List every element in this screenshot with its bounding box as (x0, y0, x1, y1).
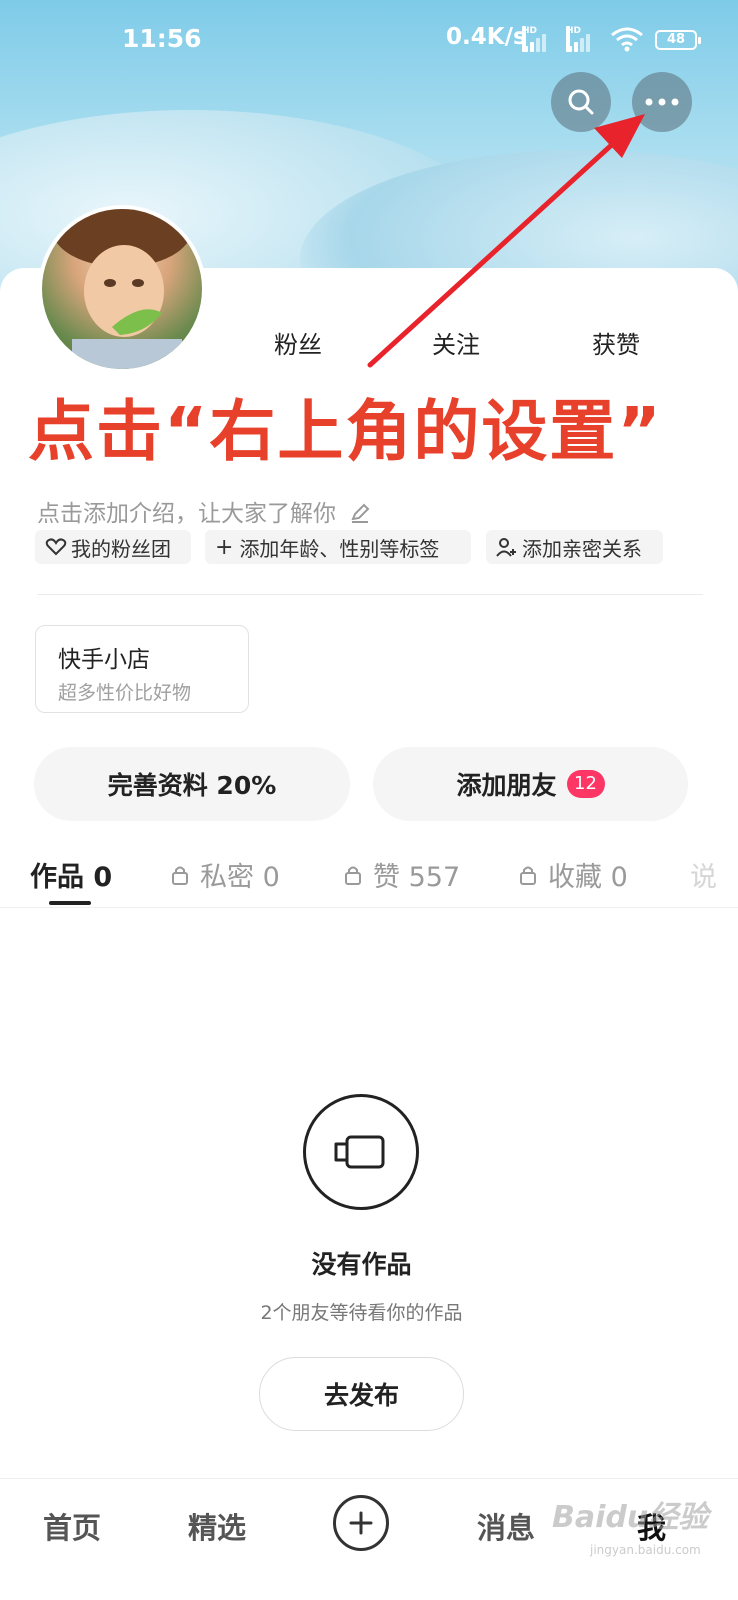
tab-favorites-label: 收藏 0 (548, 862, 628, 893)
annotation-text: 点击“右上角的设置” (28, 393, 663, 470)
tab-talk-label: 说 (690, 862, 717, 893)
plus-icon (349, 1511, 373, 1535)
lock-icon (520, 866, 536, 885)
complete-profile-button[interactable]: 完善资料 20% (34, 747, 350, 821)
publish-button-label: 去发布 (323, 1381, 399, 1410)
tab-talk[interactable]: 说 (690, 855, 717, 894)
status-net-speed: 0.4K/s (446, 24, 527, 50)
plus-icon: + (215, 534, 234, 560)
chip-add-relationship-label: 添加亲密关系 (522, 536, 642, 561)
lock-icon (172, 866, 188, 885)
search-icon (568, 89, 594, 115)
empty-state-title: 没有作品 (311, 1250, 412, 1279)
add-friends-button[interactable]: 添加朋友 12 (373, 747, 688, 821)
tab-works[interactable]: 作品 0 (30, 855, 112, 894)
bottom-nav-divider (0, 1478, 738, 1479)
person-add-icon (496, 538, 516, 557)
tab-private-label: 私密 0 (200, 862, 280, 893)
nav-featured[interactable]: 精选 (188, 1505, 246, 1547)
nav-messages[interactable]: 消息 (477, 1505, 535, 1547)
section-divider (37, 594, 703, 595)
wifi-icon (610, 26, 644, 52)
tab-private[interactable]: 私密 0 (170, 855, 280, 894)
tab-liked-label: 赞 557 (373, 862, 461, 893)
signal-icon-2: HD (566, 26, 594, 52)
tab-favorites[interactable]: 收藏 0 (518, 855, 628, 894)
tab-works-label: 作品 0 (30, 862, 113, 893)
shop-card[interactable]: 快手小店 超多性价比好物 (35, 625, 249, 713)
baidu-watermark: Baidu经验 (552, 1500, 709, 1535)
heart-outline-icon (45, 538, 67, 556)
empty-state-icon (303, 1094, 419, 1210)
nav-home[interactable]: 首页 (43, 1505, 101, 1547)
shop-subtitle: 超多性价比好物 (58, 682, 192, 704)
tab-liked[interactable]: 赞 557 (343, 855, 460, 894)
tabs-divider (0, 907, 738, 908)
chip-add-tags-label: 添加年龄、性别等标签 (239, 536, 440, 561)
add-friends-badge: 12 (566, 770, 605, 798)
signal-icon: HD (522, 26, 550, 52)
more-dots-icon (645, 98, 679, 106)
avatar-photo (52, 209, 192, 369)
intro-placeholder[interactable]: 点击添加介绍，让大家了解你 (37, 494, 371, 528)
publish-button[interactable]: 去发布 (259, 1357, 464, 1431)
chip-add-tags[interactable]: + 添加年龄、性别等标签 (205, 530, 471, 564)
complete-profile-label: 完善资料 20% (107, 771, 277, 800)
baidu-watermark-url: jingyan.baidu.com (590, 1543, 701, 1557)
lock-icon (345, 866, 361, 885)
chip-add-relationship[interactable]: 添加亲密关系 (486, 530, 663, 564)
stat-fans-label[interactable]: 粉丝 (274, 325, 322, 360)
stat-following-label[interactable]: 关注 (432, 325, 480, 360)
status-time: 11:56 (122, 24, 202, 53)
nav-create-button[interactable] (333, 1495, 389, 1551)
stat-likes-label[interactable]: 获赞 (592, 325, 640, 360)
edit-pencil-icon (351, 503, 370, 523)
chip-fan-group[interactable]: 我的粉丝团 (35, 530, 191, 564)
active-tab-indicator (49, 901, 91, 905)
more-settings-button[interactable] (632, 72, 692, 132)
status-bar: 11:56 0.4K/s HD HD 48 (0, 0, 738, 80)
shop-title: 快手小店 (58, 647, 150, 673)
add-friends-label: 添加朋友 (456, 771, 557, 800)
chip-fan-group-label: 我的粉丝团 (71, 536, 171, 561)
intro-text: 点击添加介绍，让大家了解你 (37, 501, 336, 527)
avatar[interactable] (38, 205, 206, 373)
search-button[interactable] (551, 72, 611, 132)
video-camera-icon (334, 1135, 385, 1169)
empty-state-subtitle: 2个朋友等待看你的作品 (260, 1302, 463, 1324)
battery-indicator: 48 (655, 30, 701, 50)
